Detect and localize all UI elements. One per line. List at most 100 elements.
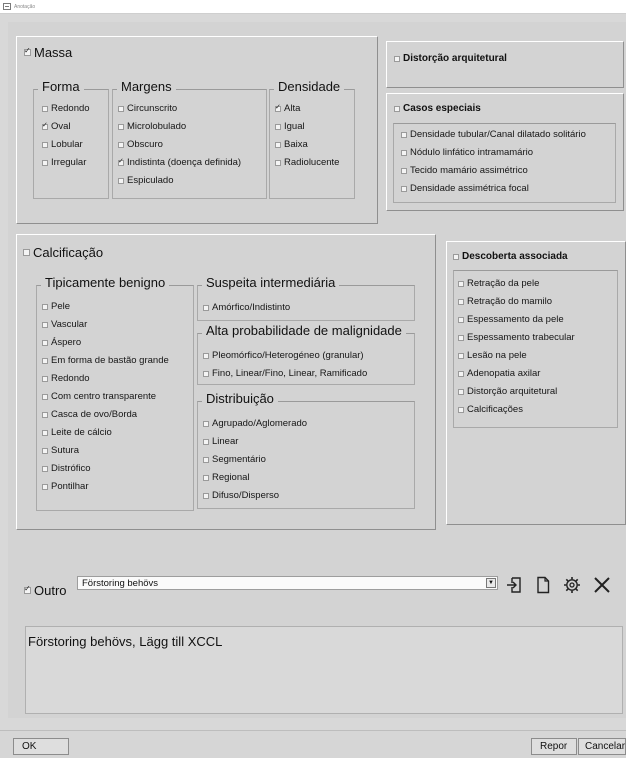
descoberta-checkbox[interactable] [458, 334, 464, 341]
margens-checkbox[interactable] [118, 105, 124, 112]
margens-option[interactable]: Circunscrito [118, 103, 177, 114]
benigno-option[interactable]: Distrófico [42, 463, 91, 474]
settings-button[interactable] [561, 574, 583, 596]
casos-checkbox[interactable] [401, 131, 407, 138]
outro-text-area[interactable]: Förstoring behövs, Lägg till XCCL [25, 626, 623, 714]
distorcao-checkbox-box[interactable] [394, 55, 400, 62]
densidade-option[interactable]: Alta [275, 103, 300, 114]
benigno-option[interactable]: Em forma de bastão grande [42, 355, 169, 366]
descoberta-checkbox[interactable] [458, 406, 464, 413]
forma-checkbox[interactable] [42, 141, 48, 148]
benigno-option[interactable]: Com centro transparente [42, 391, 156, 402]
benigno-checkbox[interactable] [42, 303, 48, 310]
descoberta-checkbox[interactable] [458, 352, 464, 359]
suspeita-checkbox[interactable] [203, 304, 209, 311]
casos-option[interactable]: Densidade tubular/Canal dilatado solitár… [401, 129, 586, 140]
alta-option[interactable]: Fino, Linear/Fino, Linear, Ramificado [203, 368, 367, 379]
outro-dropdown[interactable]: Förstoring behövs ▼ [77, 576, 498, 590]
benigno-checkbox[interactable] [42, 483, 48, 490]
forma-checkbox[interactable] [42, 105, 48, 112]
descoberta-option[interactable]: Espessamento trabecular [458, 332, 575, 343]
benigno-checkbox[interactable] [42, 447, 48, 454]
benigno-option[interactable]: Áspero [42, 337, 81, 348]
descoberta-checkbox[interactable] [458, 280, 464, 287]
forma-checkbox[interactable] [42, 121, 48, 130]
benigno-option[interactable]: Redondo [42, 373, 90, 384]
dropdown-arrow-icon[interactable]: ▼ [486, 578, 496, 588]
benigno-checkbox[interactable] [42, 375, 48, 382]
margens-option[interactable]: Microlobulado [118, 121, 186, 132]
distribuicao-option[interactable]: Difuso/Disperso [203, 490, 279, 501]
casos-checkbox[interactable] [401, 185, 407, 192]
calcificacao-checkbox[interactable]: Calcificação [23, 245, 103, 260]
new-document-button[interactable] [532, 574, 554, 596]
descoberta-option[interactable]: Espessamento da pele [458, 314, 564, 325]
cancelar-button[interactable]: Cancelar [578, 738, 626, 755]
benigno-option[interactable]: Pontilhar [42, 481, 89, 492]
descoberta-checkbox-box[interactable] [453, 253, 459, 260]
descoberta-option[interactable]: Calcificações [458, 404, 523, 415]
descoberta-checkbox[interactable] [458, 388, 464, 395]
benigno-option[interactable]: Pele [42, 301, 70, 312]
margens-checkbox[interactable] [118, 157, 124, 166]
delete-button[interactable] [591, 574, 613, 596]
massa-checkbox-box[interactable] [24, 46, 31, 56]
casos-option[interactable]: Tecido mamário assimétrico [401, 165, 528, 176]
benigno-option[interactable]: Vascular [42, 319, 87, 330]
benigno-checkbox[interactable] [42, 393, 48, 400]
densidade-option[interactable]: Radiolucente [275, 157, 339, 168]
descoberta-option[interactable]: Retração da pele [458, 278, 539, 289]
margens-option[interactable]: Indistinta (doença definida) [118, 157, 241, 168]
descoberta-checkbox[interactable] [458, 316, 464, 323]
benigno-checkbox[interactable] [42, 357, 48, 364]
margens-checkbox[interactable] [118, 177, 124, 184]
massa-checkbox[interactable]: Massa [24, 45, 72, 60]
benigno-option[interactable]: Sutura [42, 445, 79, 456]
outro-checkbox-box[interactable] [24, 584, 31, 594]
ok-button[interactable]: OK [13, 738, 69, 755]
densidade-option[interactable]: Igual [275, 121, 305, 132]
casos-checkbox-box[interactable] [394, 105, 400, 112]
descoberta-option[interactable]: Adenopatia axilar [458, 368, 540, 379]
distribuicao-option[interactable]: Linear [203, 436, 238, 447]
margens-checkbox[interactable] [118, 141, 124, 148]
descoberta-option[interactable]: Distorção arquitetural [458, 386, 557, 397]
suspeita-option[interactable]: Amórfico/Indistinto [203, 302, 290, 313]
distribuicao-checkbox[interactable] [203, 456, 209, 463]
benigno-option[interactable]: Casca de ovo/Borda [42, 409, 137, 420]
outro-checkbox[interactable]: Outro [24, 583, 67, 598]
alta-checkbox[interactable] [203, 352, 209, 359]
distribuicao-checkbox[interactable] [203, 438, 209, 445]
distribuicao-option[interactable]: Agrupado/Aglomerado [203, 418, 307, 429]
distribuicao-checkbox[interactable] [203, 474, 209, 481]
margens-option[interactable]: Obscuro [118, 139, 163, 150]
forma-checkbox[interactable] [42, 159, 48, 166]
casos-checkbox[interactable]: Casos especiais [394, 103, 481, 114]
benigno-checkbox[interactable] [42, 411, 48, 418]
forma-option[interactable]: Irregular [42, 157, 86, 168]
forma-option[interactable]: Redondo [42, 103, 90, 114]
descoberta-option[interactable]: Retração do mamilo [458, 296, 552, 307]
densidade-checkbox[interactable] [275, 141, 281, 148]
export-button[interactable] [504, 574, 526, 596]
densidade-checkbox[interactable] [275, 123, 281, 130]
benigno-checkbox[interactable] [42, 339, 48, 346]
distribuicao-checkbox[interactable] [203, 492, 209, 499]
benigno-checkbox[interactable] [42, 465, 48, 472]
distribuicao-checkbox[interactable] [203, 420, 209, 427]
descoberta-checkbox[interactable] [458, 370, 464, 377]
repor-button[interactable]: Repor [531, 738, 577, 755]
descoberta-checkbox[interactable]: Descoberta associada [453, 251, 568, 262]
calcificacao-checkbox-box[interactable] [23, 249, 30, 256]
forma-option[interactable]: Lobular [42, 139, 83, 150]
descoberta-checkbox[interactable] [458, 298, 464, 305]
casos-checkbox[interactable] [401, 167, 407, 174]
densidade-checkbox[interactable] [275, 103, 281, 112]
casos-checkbox[interactable] [401, 149, 407, 156]
distorcao-checkbox[interactable]: Distorção arquitetural [394, 53, 507, 64]
casos-option[interactable]: Nódulo linfático intramamário [401, 147, 533, 158]
descoberta-option[interactable]: Lesão na pele [458, 350, 527, 361]
casos-option[interactable]: Densidade assimétrica focal [401, 183, 529, 194]
benigno-option[interactable]: Leite de cálcio [42, 427, 112, 438]
densidade-checkbox[interactable] [275, 159, 281, 166]
